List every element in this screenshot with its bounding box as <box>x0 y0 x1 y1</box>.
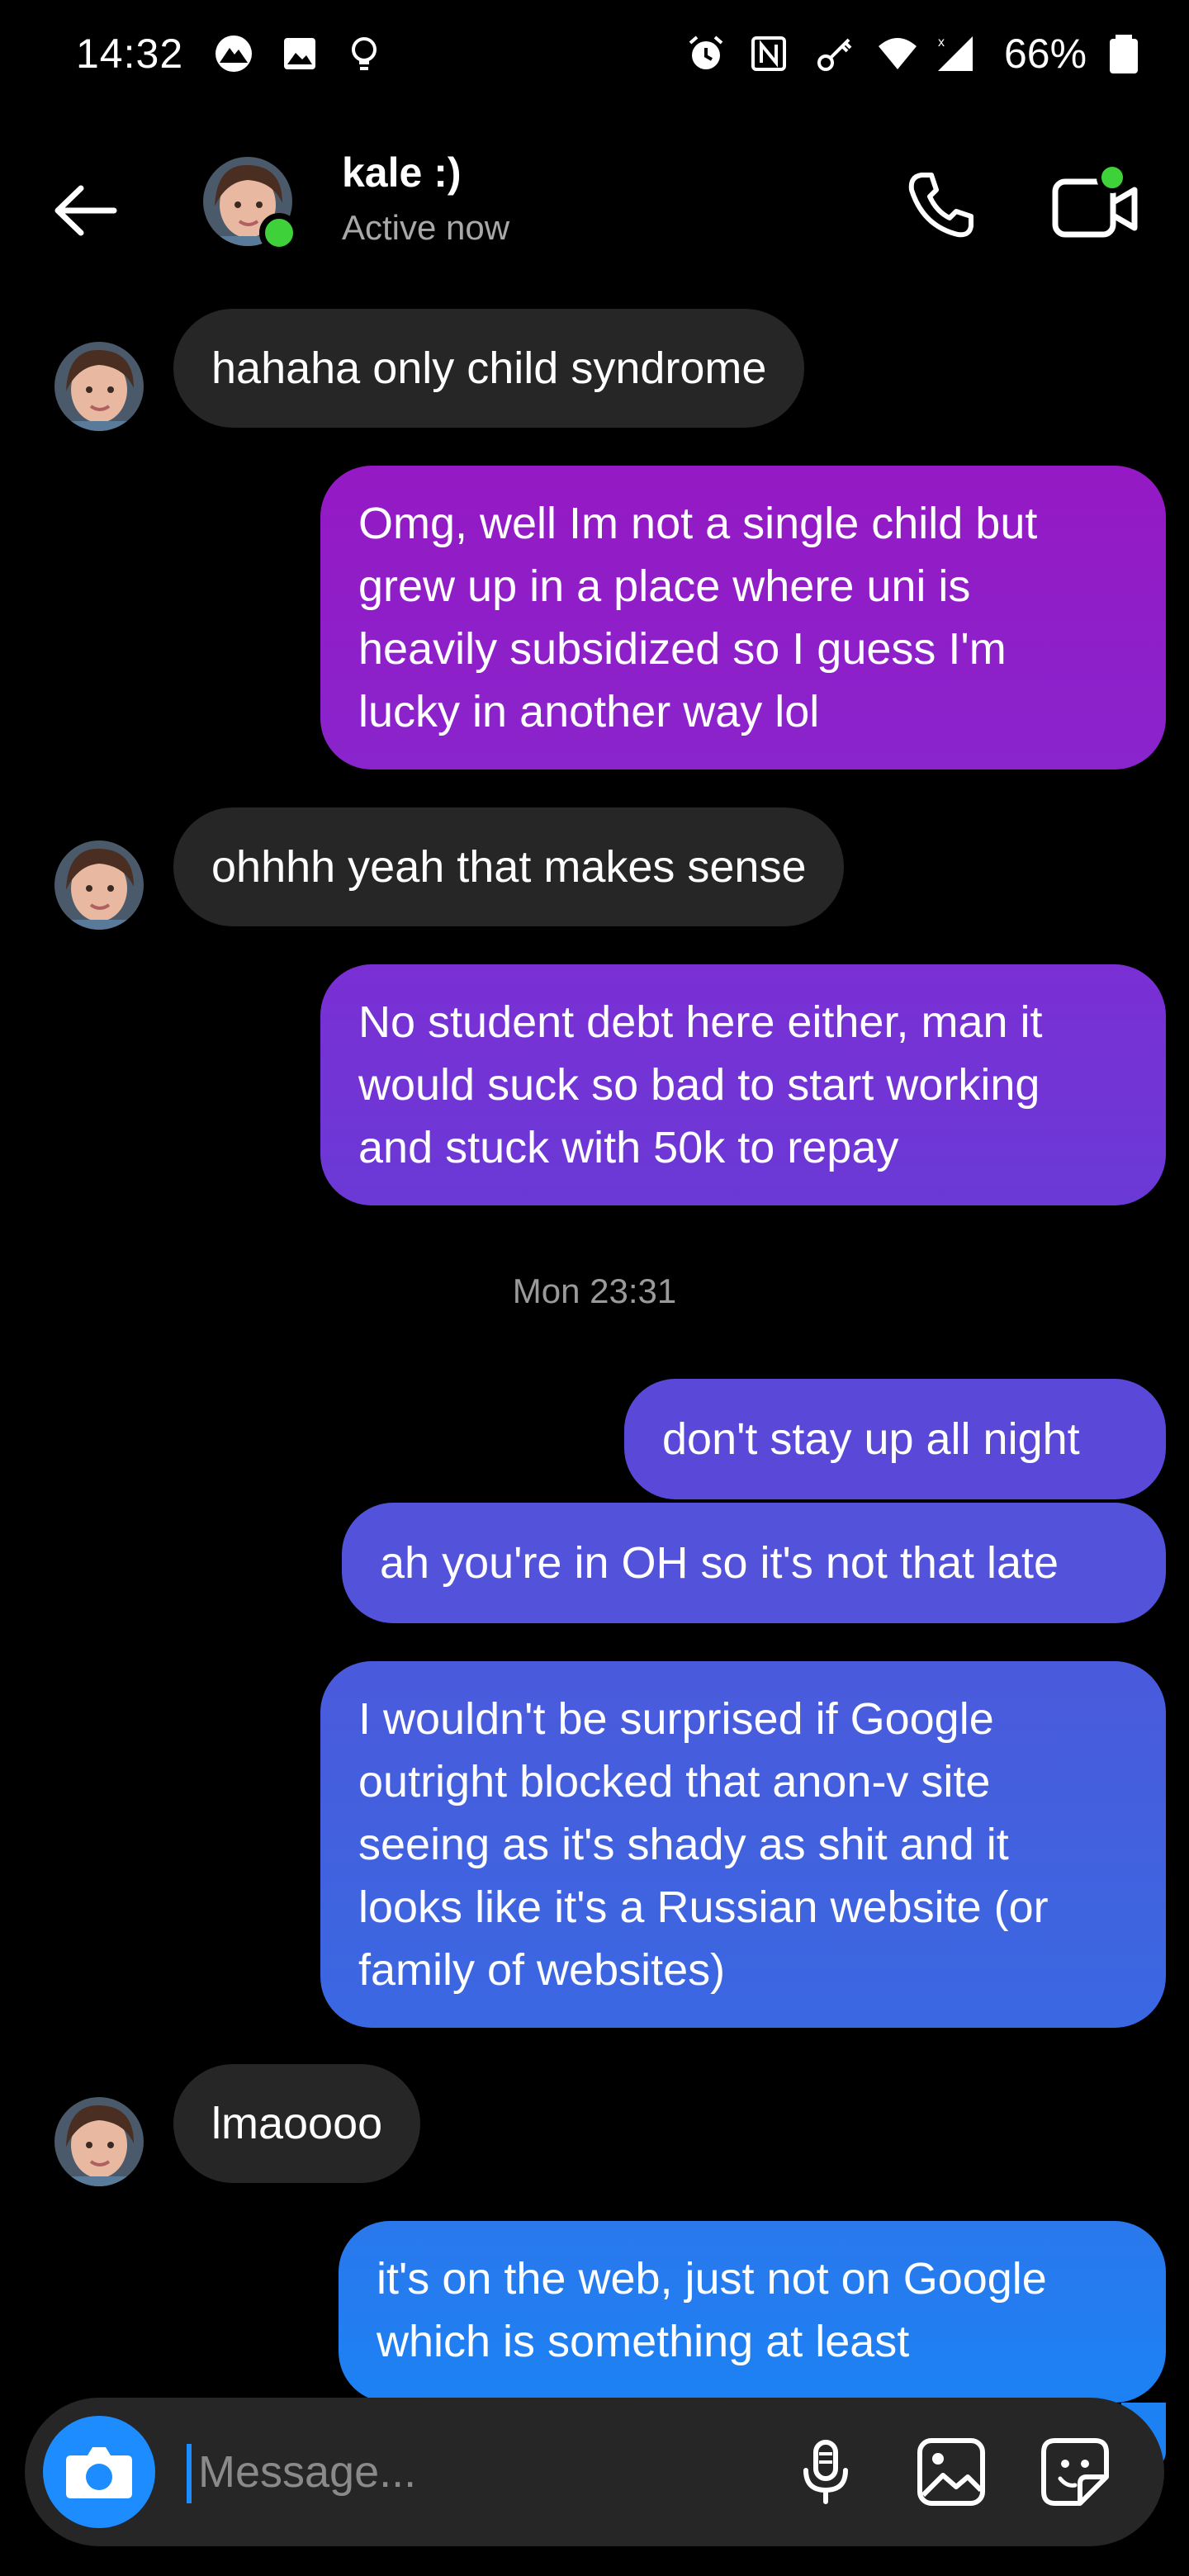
message-outgoing[interactable]: don't stay up all night <box>624 1379 1166 1499</box>
status-time: 14:32 <box>76 31 184 77</box>
message-line: I wouldn't be surprised if Google <box>358 1694 994 1744</box>
alarm-icon <box>689 36 723 69</box>
message-line: lucky in another way lol <box>358 687 820 736</box>
message-incoming[interactable]: ohhhh yeah that makes sense <box>173 807 845 926</box>
message-line: heavily subsidized so I guess I'm <box>358 624 1007 674</box>
message-outgoing[interactable]: No student debt here either, man it woul… <box>320 964 1166 1205</box>
mountain-notification-icon <box>216 36 252 72</box>
back-arrow-icon[interactable] <box>48 173 122 248</box>
wifi-icon <box>879 38 917 69</box>
online-indicator <box>259 213 299 253</box>
key-icon <box>817 38 852 71</box>
contact-status: Active now <box>342 208 510 247</box>
gallery-icon[interactable] <box>910 2431 992 2513</box>
message-input[interactable] <box>187 2431 765 2513</box>
gallery-notification-icon <box>284 38 315 69</box>
message-composer <box>25 2398 1164 2546</box>
battery-icon <box>1110 35 1138 73</box>
sender-avatar[interactable] <box>54 841 144 930</box>
sender-avatar[interactable] <box>54 342 144 431</box>
message-line: which is something at least <box>377 2317 910 2366</box>
message-line: seeing as it's shady as shit and it <box>358 1820 1009 1869</box>
signal-icon: x <box>938 36 973 71</box>
sticker-icon[interactable] <box>1034 2431 1116 2513</box>
status-bar: 14:32 x 66% <box>0 0 1189 112</box>
battery-percent: 66% <box>1004 31 1087 77</box>
message-outgoing[interactable]: ah you're in OH so it's not that late <box>342 1503 1166 1623</box>
message-line: family of websites) <box>358 1945 726 1995</box>
message-line: looks like it's a Russian website (or <box>358 1882 1049 1932</box>
microphone-icon[interactable] <box>784 2431 867 2513</box>
svg-text:x: x <box>938 36 945 50</box>
message-line: and stuck with 50k to repay <box>358 1123 899 1172</box>
message-timestamp: Mon 23:31 <box>512 1271 677 1310</box>
camera-button[interactable] <box>43 2416 155 2528</box>
sender-avatar[interactable] <box>54 2097 144 2186</box>
phone-call-icon[interactable] <box>903 167 979 243</box>
message-incoming[interactable]: lmaoooo <box>173 2064 421 2183</box>
chat-header: kale :) Active now <box>0 132 1189 281</box>
message-incoming[interactable]: hahaha only child syndrome <box>173 309 805 428</box>
message-line: would suck so bad to start working <box>358 1060 1040 1110</box>
message-line: outright blocked that anon-v site <box>358 1757 991 1807</box>
camera-icon <box>66 2447 132 2498</box>
message-line: Omg, well Im not a single child but <box>358 499 1038 548</box>
message-outgoing[interactable]: it's on the web, just not on Google whic… <box>339 2221 1166 2403</box>
video-online-indicator <box>1097 162 1128 193</box>
nfc-icon <box>751 36 786 71</box>
message-line: grew up in a place where uni is <box>358 561 971 611</box>
message-outgoing[interactable]: Omg, well Im not a single child but grew… <box>320 466 1166 769</box>
message-outgoing[interactable]: I wouldn't be surprised if Google outrig… <box>320 1661 1166 2028</box>
contact-name[interactable]: kale :) <box>342 149 462 197</box>
message-line: it's on the web, just not on Google <box>377 2254 1047 2304</box>
lightbulb-icon <box>352 37 377 70</box>
message-line: No student debt here either, man it <box>358 997 1043 1047</box>
